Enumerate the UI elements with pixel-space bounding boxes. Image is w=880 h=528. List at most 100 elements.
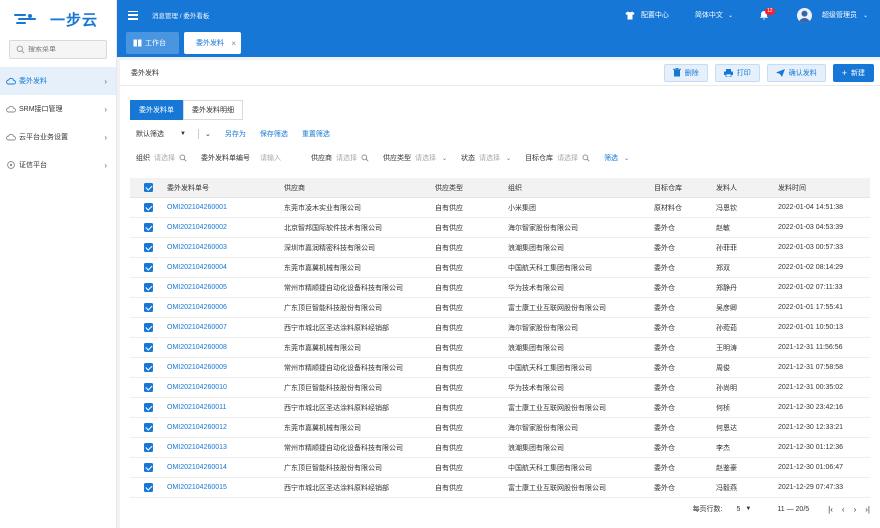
page-size-select[interactable]: 5 ▼	[737, 506, 752, 513]
table-cell: 海尔智家股份有限公司	[508, 324, 578, 332]
table-cell: 东莞市嘉翼机械有限公司	[284, 344, 361, 352]
table-row[interactable]: OMI202104260012 东莞市嘉翼机械有限公司 自有供应 海尔智家股份有限公司…	[130, 418, 870, 438]
column-header[interactable]: 供应类型	[435, 183, 508, 193]
table-row[interactable]: OMI202104260007 西宁市城北区圣达涂料原料经销部 自有供应 海尔智家股份…	[130, 318, 870, 338]
code-filter[interactable]: 委外发料单编号 请输入	[201, 153, 281, 163]
prev-page-icon[interactable]: ‹	[842, 505, 845, 514]
menu-search-input[interactable]	[28, 46, 98, 53]
tab-workbench[interactable]: 工作台	[126, 32, 179, 54]
default-filter-label: 默认筛选	[136, 131, 164, 138]
warehouse-filter[interactable]: 目标仓库 请选择	[525, 153, 590, 163]
order-code-link[interactable]: OMI202104260014	[167, 464, 284, 471]
sidebar-item-cloud-settings[interactable]: 云平台业务设置 ›	[0, 123, 116, 151]
filter-placeholder: 请选择	[557, 155, 579, 162]
table-row[interactable]: OMI202104260008 东莞市嘉翼机械有限公司 自有供应 浪潮集团有限公司 委外…	[130, 338, 870, 358]
first-page-icon[interactable]: |‹	[828, 505, 833, 514]
order-code-link[interactable]: OMI202104260006	[167, 304, 284, 311]
row-checkbox[interactable]	[144, 303, 153, 312]
save-as-link[interactable]: 另存为	[225, 129, 246, 139]
order-code-link[interactable]: OMI202104260010	[167, 384, 284, 391]
delete-button[interactable]: 删除	[663, 63, 708, 82]
column-header[interactable]: 目标仓库	[654, 183, 716, 193]
org-filter[interactable]: 组织 请选择	[136, 153, 187, 163]
print-button[interactable]: 打印	[714, 63, 760, 82]
subtab-issue-details[interactable]: 委外发料明细	[183, 100, 243, 120]
menu-search[interactable]	[9, 40, 107, 59]
row-checkbox[interactable]	[144, 283, 153, 292]
order-code-link[interactable]: OMI202104260001	[167, 204, 284, 211]
tab-outsource-issue[interactable]: 委外发料 ×	[184, 32, 241, 54]
order-code-link[interactable]: OMI202104260004	[167, 264, 284, 271]
new-button[interactable]: + 新建	[832, 63, 874, 82]
order-code-link[interactable]: OMI202104260012	[167, 424, 284, 431]
filter-link[interactable]: 筛选 ⌄	[604, 153, 629, 163]
order-code-link[interactable]: OMI202104260003	[167, 244, 284, 251]
confirm-issue-button[interactable]: 确认发料	[766, 63, 826, 82]
table-row[interactable]: OMI202104260009 常州市精顺捷自动化设备科技有限公司 自有供应 中国航天…	[130, 358, 870, 378]
row-checkbox[interactable]	[144, 443, 153, 452]
row-checkbox[interactable]	[144, 263, 153, 272]
sidebar-item-srm[interactable]: SRM接口管理 ›	[0, 95, 116, 123]
order-code-link[interactable]: OMI202104260007	[167, 324, 284, 331]
notification-button[interactable]: 12	[759, 8, 775, 20]
order-code-link[interactable]: OMI202104260015	[167, 484, 284, 491]
table-row[interactable]: OMI202104260004 东莞市嘉翼机械有限公司 自有供应 中国航天科工集团有限…	[130, 258, 870, 278]
reset-filter-link[interactable]: 重置筛选	[302, 129, 330, 139]
column-header[interactable]: 组织	[508, 183, 654, 193]
order-code-link[interactable]: OMI202104260005	[167, 284, 284, 291]
close-icon[interactable]: ×	[231, 39, 236, 48]
row-checkbox[interactable]	[144, 423, 153, 432]
order-code-link[interactable]: OMI202104260013	[167, 444, 284, 451]
sidebar-item-label: 云平台业务设置	[19, 134, 68, 141]
table-row[interactable]: OMI202104260005 常州市精顺捷自动化设备科技有限公司 自有供应 华为技术…	[130, 278, 870, 298]
supplier-filter[interactable]: 供应商 请选择	[311, 153, 369, 163]
logo[interactable]: 一步云	[0, 0, 116, 38]
row-checkbox[interactable]	[144, 243, 153, 252]
column-header[interactable]: 发料人	[716, 183, 778, 193]
row-checkbox[interactable]	[144, 363, 153, 372]
table-row[interactable]: OMI202104260002 北京智邦国际软件技术有限公司 自有供应 海尔智家股份有…	[130, 218, 870, 238]
config-center-button[interactable]: 配置中心	[625, 10, 669, 20]
order-code-link[interactable]: OMI202104260011	[167, 404, 284, 411]
row-checkbox[interactable]	[144, 323, 153, 332]
sidebar-item-outsource-issue[interactable]: 委外发料 ›	[0, 67, 116, 95]
supply-type-filter[interactable]: 供应类型 请选择 ⌄	[383, 153, 447, 163]
status-filter[interactable]: 状态 请选择 ⌄	[461, 153, 511, 163]
table-row[interactable]: OMI202104260010 广东顶巨智能科技股份有限公司 自有供应 华为技术有限公…	[130, 378, 870, 398]
subtab-issue-orders[interactable]: 委外发料单	[130, 100, 183, 120]
last-page-icon[interactable]: ›|	[865, 505, 870, 514]
column-header[interactable]: 委外发料单号	[167, 183, 284, 193]
user-name[interactable]: 超级管理员	[822, 10, 857, 20]
table-row[interactable]: OMI202104260015 西宁市城北区圣达涂料原料经销部 自有供应 富士康工业互…	[130, 478, 870, 498]
row-checkbox[interactable]	[144, 483, 153, 492]
order-code-link[interactable]: OMI202104260009	[167, 364, 284, 371]
select-all-checkbox[interactable]	[144, 183, 153, 192]
language-select[interactable]: 简体中文 ⌄	[695, 10, 733, 20]
table-cell: 2021-12-29 07:47:33	[778, 484, 843, 491]
row-checkbox[interactable]	[144, 383, 153, 392]
order-code-link[interactable]: OMI202104260002	[167, 224, 284, 231]
table-row[interactable]: OMI202104260011 西宁市城北区圣达涂料原料经销部 自有供应 富士康工业互…	[130, 398, 870, 418]
table-row[interactable]: OMI202104260013 常州市精顺捷自动化设备科技有限公司 自有供应 浪潮集团…	[130, 438, 870, 458]
order-code-link[interactable]: OMI202104260008	[167, 344, 284, 351]
column-header[interactable]: 发料时间	[778, 183, 870, 193]
row-checkbox[interactable]	[144, 343, 153, 352]
row-checkbox[interactable]	[144, 463, 153, 472]
next-page-icon[interactable]: ›	[854, 505, 857, 514]
sidebar-item-label: 委外发料	[19, 78, 47, 85]
table-row[interactable]: OMI202104260006 广东顶巨智能科技股份有限公司 自有供应 富士康工业互联…	[130, 298, 870, 318]
menu-toggle-icon[interactable]	[128, 10, 138, 20]
avatar[interactable]	[796, 7, 812, 23]
chevron-down-icon[interactable]: ⌄	[205, 130, 211, 138]
row-checkbox[interactable]	[144, 403, 153, 412]
chevron-down-icon[interactable]: ⌄	[863, 12, 868, 19]
table-row[interactable]: OMI202104260003 深圳市嘉润精密科技有限公司 自有供应 浪潮集团有限公司…	[130, 238, 870, 258]
default-filter-select[interactable]: 默认筛选 ▼	[136, 129, 194, 139]
sidebar-item-credit-platform[interactable]: 证信平台 ›	[0, 151, 116, 179]
save-filter-link[interactable]: 保存筛选	[260, 129, 288, 139]
row-checkbox[interactable]	[144, 203, 153, 212]
column-header[interactable]: 供应商	[284, 183, 435, 193]
row-checkbox[interactable]	[144, 223, 153, 232]
table-row[interactable]: OMI202104260001 东莞市凌木实业有限公司 自有供应 小米集团 原材料仓 冯恩…	[130, 198, 870, 218]
table-row[interactable]: OMI202104260014 广东顶巨智能科技股份有限公司 自有供应 中国航天科工集…	[130, 458, 870, 478]
